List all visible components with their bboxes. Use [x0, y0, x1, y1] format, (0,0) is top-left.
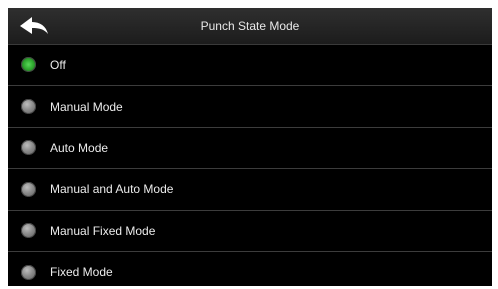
page-title: Punch State Mode — [200, 19, 300, 33]
punch-state-mode-options: Off Manual Mode Auto Mode Manual and Aut… — [8, 44, 492, 286]
option-label: Off — [50, 57, 66, 72]
option-manual-and-auto-mode[interactable]: Manual and Auto Mode — [8, 168, 492, 209]
radio-unselected-icon[interactable] — [21, 223, 36, 239]
title-bar: Punch State Mode — [8, 8, 492, 45]
option-label: Manual Mode — [50, 99, 123, 114]
radio-unselected-icon[interactable] — [21, 99, 36, 115]
option-label: Manual and Auto Mode — [50, 182, 174, 197]
option-auto-mode[interactable]: Auto Mode — [8, 126, 492, 168]
option-label: Manual Fixed Mode — [50, 223, 156, 238]
option-fixed-mode[interactable]: Fixed Mode — [8, 250, 492, 286]
radio-selected-icon[interactable] — [21, 57, 36, 73]
option-manual-mode[interactable]: Manual Mode — [8, 85, 492, 126]
back-button[interactable] — [8, 8, 62, 44]
radio-unselected-icon[interactable] — [21, 264, 36, 280]
radio-unselected-icon[interactable] — [21, 140, 36, 156]
option-label: Fixed Mode — [50, 265, 113, 280]
option-label: Auto Mode — [50, 140, 109, 155]
screen: Punch State Mode Off Manual Mode Auto Mo… — [0, 0, 498, 289]
option-off[interactable]: Off — [8, 44, 492, 85]
back-arrow-icon — [20, 17, 48, 34]
option-manual-fixed-mode[interactable]: Manual Fixed Mode — [8, 209, 492, 251]
radio-unselected-icon[interactable] — [21, 181, 36, 197]
device-panel: Punch State Mode Off Manual Mode Auto Mo… — [8, 8, 492, 286]
